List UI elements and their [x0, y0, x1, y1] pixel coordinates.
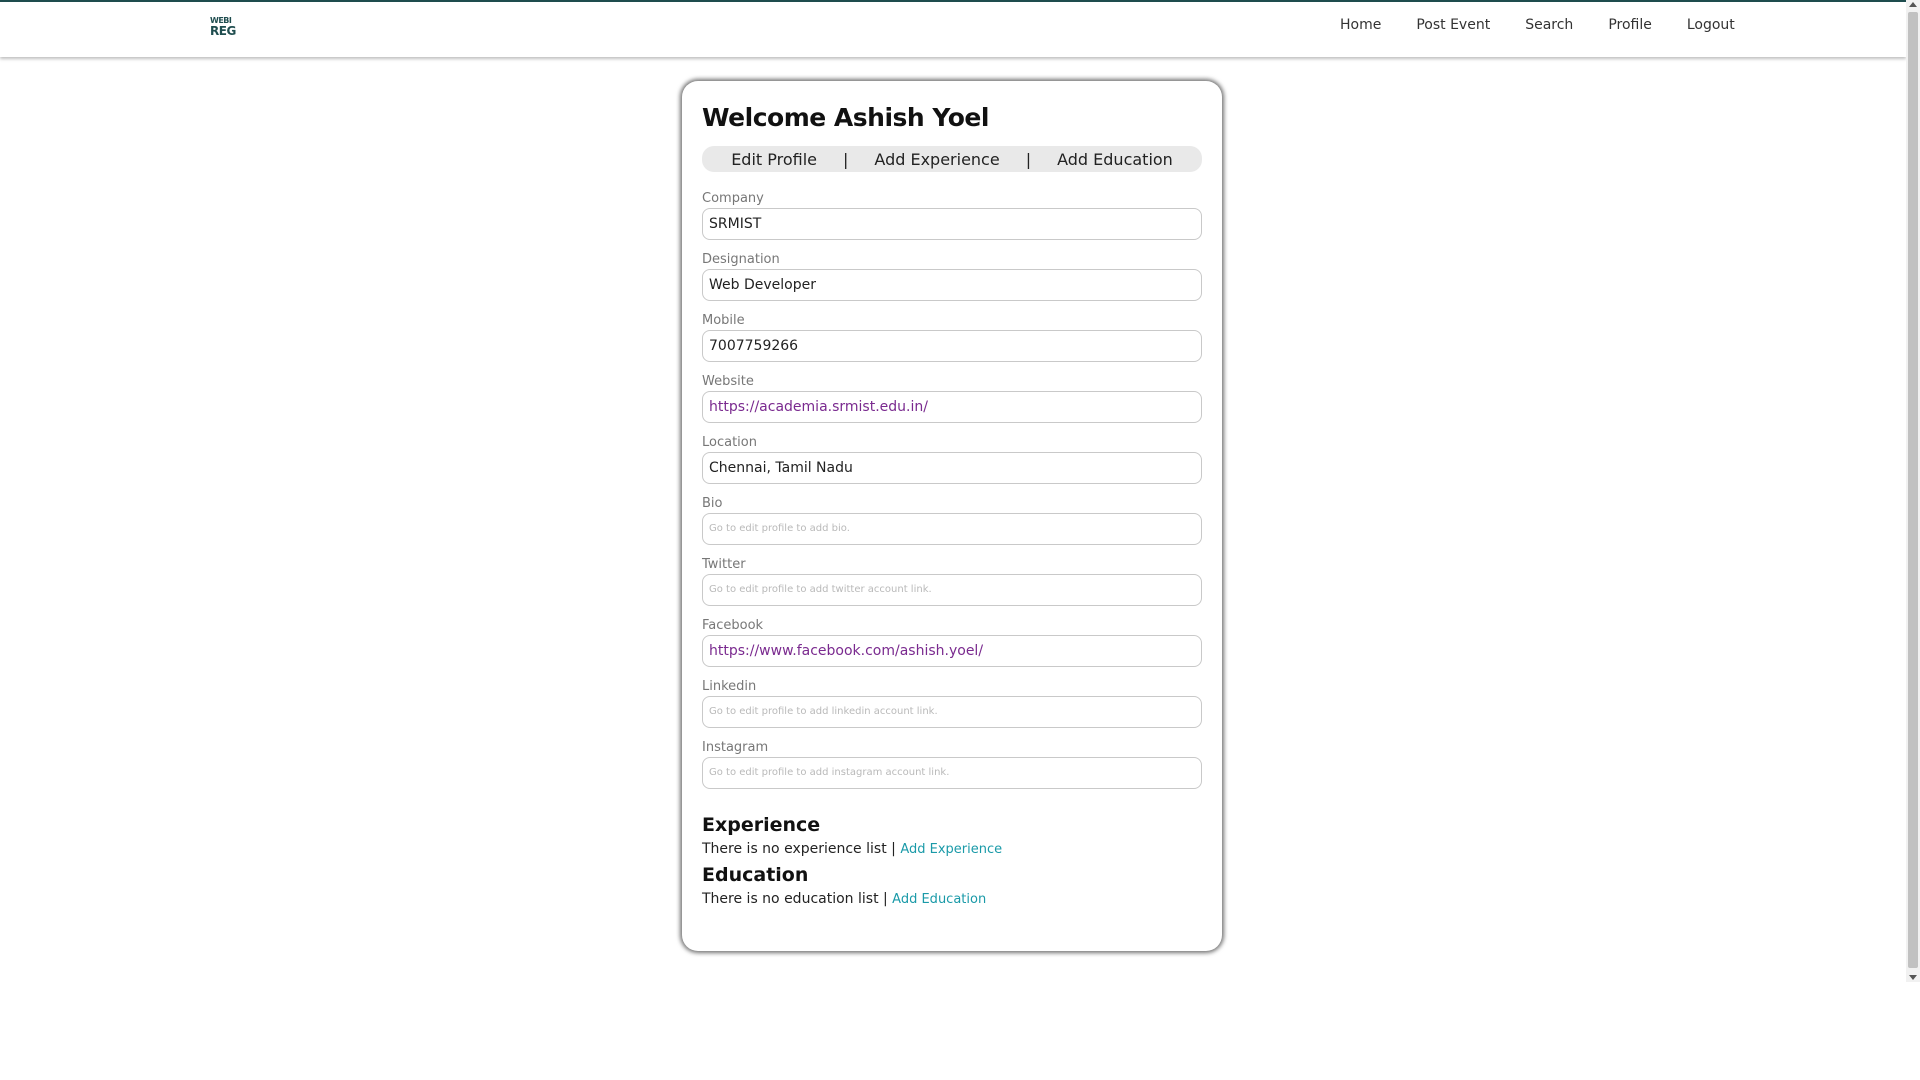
nav-profile[interactable]: Profile: [1608, 17, 1652, 33]
field-label: Designation: [702, 252, 780, 267]
linkedin-field[interactable]: Go to edit profile to add linkedin accou…: [702, 696, 1202, 728]
field-label: Linkedin: [702, 679, 757, 694]
profile-card: Welcome Ashish Yoel Edit Profile | Add E…: [682, 81, 1222, 951]
tab-separator: |: [1025, 149, 1032, 169]
tab-add-education[interactable]: Add Education: [1057, 150, 1173, 169]
bio-field[interactable]: Go to edit profile to add bio.: [702, 513, 1202, 545]
field-company: Company SRMIST: [702, 191, 1202, 252]
scroll-thumb[interactable]: [1908, 12, 1918, 968]
page-scrollbar[interactable]: [1906, 0, 1920, 982]
logo-line-2: REG: [210, 24, 236, 38]
experience-empty: There is no experience list | Add Experi…: [702, 841, 1002, 857]
nav-post-event[interactable]: Post Event: [1416, 17, 1490, 33]
instagram-field[interactable]: Go to edit profile to add instagram acco…: [702, 757, 1202, 789]
education-empty: There is no education list | Add Educati…: [702, 891, 986, 907]
experience-heading: Experience: [702, 814, 821, 836]
field-label: Twitter: [702, 557, 746, 572]
tab-add-experience[interactable]: Add Experience: [874, 150, 999, 169]
scroll-down-arrow-icon[interactable]: [1909, 975, 1917, 980]
website-link[interactable]: https://academia.srmist.edu.in/: [702, 391, 1202, 423]
tab-edit-profile[interactable]: Edit Profile: [731, 150, 817, 169]
nav-search[interactable]: Search: [1525, 17, 1573, 33]
field-label: Location: [702, 435, 757, 450]
field-label: Website: [702, 374, 754, 389]
designation-field[interactable]: Web Developer: [702, 269, 1202, 301]
education-heading: Education: [702, 864, 809, 886]
field-mobile: Mobile 7007759266: [702, 313, 1202, 374]
field-website: Website https://academia.srmist.edu.in/: [702, 374, 1202, 435]
field-label: Company: [702, 191, 764, 206]
profile-action-bar: Edit Profile | Add Experience | Add Educ…: [702, 146, 1202, 172]
field-label: Facebook: [702, 618, 764, 633]
field-facebook: Facebook https://www.facebook.com/ashish…: [702, 618, 1202, 679]
field-location: Location Chennai, Tamil Nadu: [702, 435, 1202, 496]
facebook-link[interactable]: https://www.facebook.com/ashish.yoel/: [702, 635, 1202, 667]
field-twitter: Twitter Go to edit profile to add twitte…: [702, 557, 1202, 618]
field-designation: Designation Web Developer: [702, 252, 1202, 313]
field-label: Mobile: [702, 313, 745, 328]
education-empty-text: There is no education list |: [702, 891, 888, 907]
field-instagram: Instagram Go to edit profile to add inst…: [702, 740, 1202, 801]
field-label: Instagram: [702, 740, 769, 755]
twitter-field[interactable]: Go to edit profile to add twitter accoun…: [702, 574, 1202, 606]
company-field[interactable]: SRMIST: [702, 208, 1202, 240]
navbar: WEBI REG Home Post Event Search Profile …: [0, 2, 1906, 57]
field-linkedin: Linkedin Go to edit profile to add linke…: [702, 679, 1202, 740]
add-education-link[interactable]: Add Education: [892, 892, 986, 907]
location-field[interactable]: Chennai, Tamil Nadu: [702, 452, 1202, 484]
profile-fields: Company SRMIST Designation Web Developer…: [702, 191, 1202, 801]
experience-empty-text: There is no experience list |: [702, 841, 896, 857]
nav-home[interactable]: Home: [1340, 17, 1381, 33]
logo[interactable]: WEBI REG: [210, 16, 242, 38]
nav-links: Home Post Event Search Profile Logout: [1340, 17, 1770, 33]
add-experience-link[interactable]: Add Experience: [900, 842, 1002, 857]
field-bio: Bio Go to edit profile to add bio.: [702, 496, 1202, 557]
nav-logout[interactable]: Logout: [1687, 17, 1735, 33]
mobile-field[interactable]: 7007759266: [702, 330, 1202, 362]
welcome-heading: Welcome Ashish Yoel: [702, 103, 989, 132]
field-label: Bio: [702, 496, 723, 511]
tab-separator: |: [843, 149, 849, 169]
scroll-up-arrow-icon[interactable]: [1909, 2, 1917, 7]
